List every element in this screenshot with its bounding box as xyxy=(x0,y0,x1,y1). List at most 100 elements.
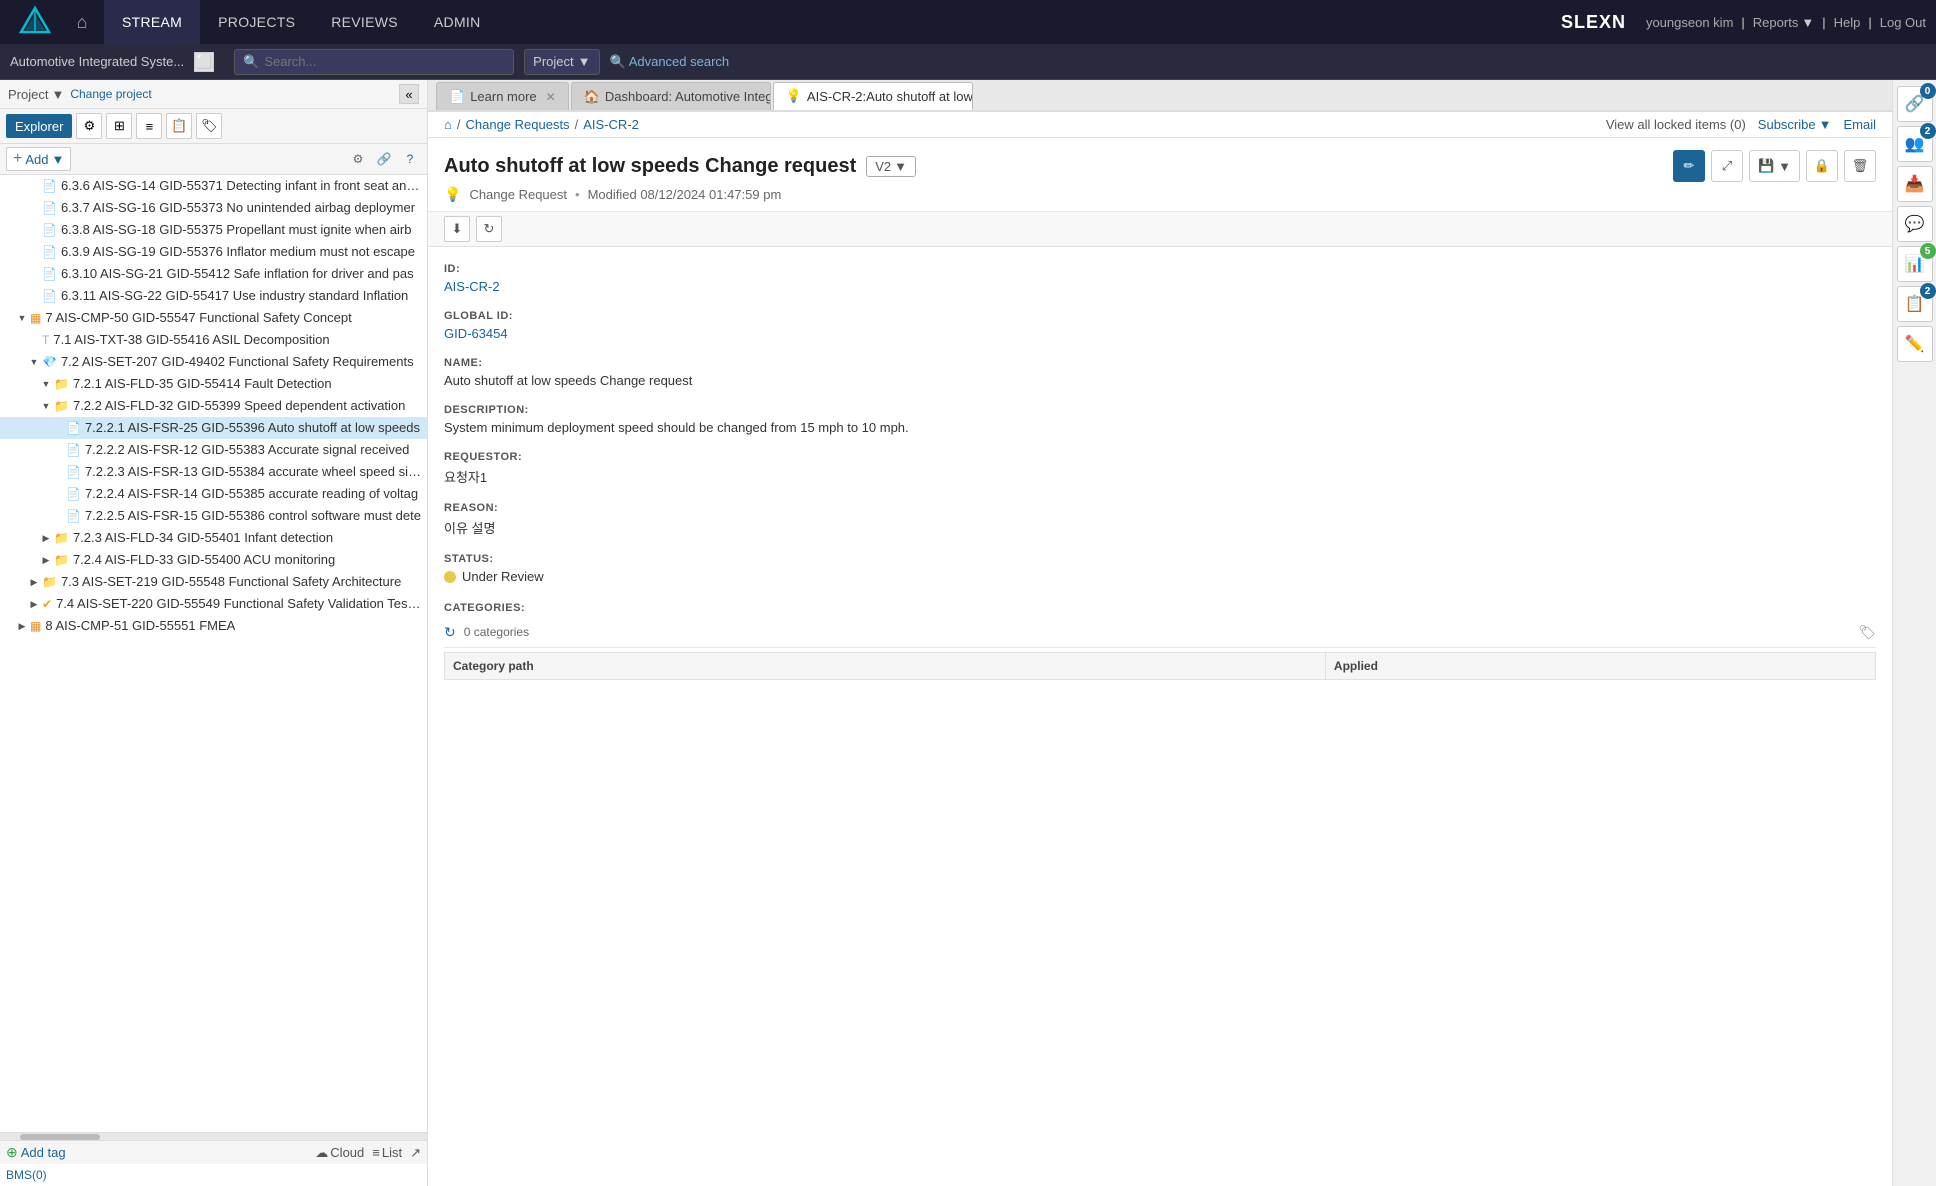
tree-item-cmp51[interactable]: ▶ ▦ 8 AIS-CMP-51 GID-55551 FMEA xyxy=(0,615,427,637)
nav-admin[interactable]: ADMIN xyxy=(416,0,499,44)
change-project-link[interactable]: Change project xyxy=(70,87,151,101)
id-value[interactable]: AIS-CR-2 xyxy=(444,279,500,294)
breadcrumb-home-icon[interactable]: ⌂ xyxy=(444,117,452,132)
tree-item-sg16[interactable]: 📄 6.3.7 AIS-SG-16 GID-55373 No unintende… xyxy=(0,197,427,219)
grid-icon-btn[interactable]: ⊞ xyxy=(106,113,132,139)
tree-item-fld33[interactable]: ▶ 📁 7.2.4 AIS-FLD-33 GID-55400 ACU monit… xyxy=(0,549,427,571)
tree-item-set220[interactable]: ▶ ✔ 7.4 AIS-SET-220 GID-55549 Functional… xyxy=(0,593,427,615)
collapse-sidebar-button[interactable]: « xyxy=(399,84,419,104)
name-value: Auto shutoff at low speeds Change reques… xyxy=(444,373,1876,388)
categories-refresh-icon[interactable]: ↻ xyxy=(444,624,456,641)
edit-button[interactable]: ✏ xyxy=(1673,150,1705,182)
explorer-label: Explorer xyxy=(15,119,63,134)
search-input[interactable] xyxy=(264,54,464,69)
project-dropdown[interactable]: Project ▼ xyxy=(524,49,599,75)
delete-button[interactable]: 🗑 xyxy=(1844,150,1876,182)
version-badge[interactable]: V2 ▼ xyxy=(866,156,916,177)
global-id-value[interactable]: GID-63454 xyxy=(444,326,508,341)
subscribe-button[interactable]: Subscribe ▼ xyxy=(1758,117,1832,132)
users-badge: 2 xyxy=(1920,123,1936,139)
import-button[interactable]: 📥 xyxy=(1897,166,1933,202)
save-dropdown-button[interactable]: 💾 ▼ xyxy=(1749,150,1800,182)
advanced-search-link[interactable]: 🔍 Advanced search xyxy=(610,54,730,70)
comments-button[interactable]: 💬 xyxy=(1897,206,1933,242)
logout-link[interactable]: Log Out xyxy=(1880,15,1926,30)
bms-link[interactable]: BMS(0) xyxy=(0,1164,427,1186)
add-tag-button[interactable]: ⊕ Add tag xyxy=(6,1144,66,1161)
tab-cr2[interactable]: 💡 AIS-CR-2:Auto shutoff at low spe... ✕ xyxy=(773,82,973,110)
search-box[interactable]: 🔍 xyxy=(234,49,514,75)
tree-item-fld34[interactable]: ▶ 📁 7.2.3 AIS-FLD-34 GID-55401 Infant de… xyxy=(0,527,427,549)
sidebar-toolbar: Explorer ⚙ ⊞ ≡ 📋 🏷 xyxy=(0,109,427,144)
tree-item-set219[interactable]: ▶ 📁 7.3 AIS-SET-219 GID-55548 Functional… xyxy=(0,571,427,593)
nav-stream[interactable]: STREAM xyxy=(104,0,200,44)
filter-icon-btn[interactable]: ⚙ xyxy=(76,113,102,139)
export-button[interactable]: ↗ xyxy=(410,1145,421,1161)
tree-item-fsr12[interactable]: 📄 7.2.2.2 AIS-FSR-12 GID-55383 Accurate … xyxy=(0,439,427,461)
name-label: NAME: xyxy=(444,357,1876,369)
folder-icon: ▦ xyxy=(30,309,41,327)
tree-item-fld32[interactable]: ▼ 📁 7.2.2 AIS-FLD-32 GID-55399 Speed dep… xyxy=(0,395,427,417)
nav-projects[interactable]: PROJECTS xyxy=(200,0,313,44)
help-link[interactable]: Help xyxy=(1834,15,1861,30)
tree-item-fsr13[interactable]: 📄 7.2.2.3 AIS-FSR-13 GID-55384 accurate … xyxy=(0,461,427,483)
save-icon: 💾 xyxy=(1758,158,1774,174)
tab-close-learn[interactable]: ✕ xyxy=(546,90,556,104)
expand-icon xyxy=(28,246,40,258)
tree-item-fsr25[interactable]: 📄 7.2.2.1 AIS-FSR-25 GID-55396 Auto shut… xyxy=(0,417,427,439)
add-button[interactable]: + Add ▼ xyxy=(6,147,71,171)
reports-button[interactable]: Reports ▼ xyxy=(1753,15,1814,30)
tag-icon-categories[interactable]: 🏷 xyxy=(1858,624,1876,641)
move-button[interactable]: ⤢ xyxy=(1711,150,1743,182)
tree-item-fsr15[interactable]: 📄 7.2.2.5 AIS-FSR-15 GID-55386 control s… xyxy=(0,505,427,527)
email-button[interactable]: Email xyxy=(1843,117,1876,132)
tree-item-sg14[interactable]: 📄 6.3.6 AIS-SG-14 GID-55371 Detecting in… xyxy=(0,175,427,197)
clipboard-icon-btn[interactable]: 📋 xyxy=(166,113,192,139)
collapse-all-button[interactable]: ⬇ xyxy=(444,216,470,242)
tree-item-set207[interactable]: ▼ 💎 7.2 AIS-SET-207 GID-49402 Functional… xyxy=(0,351,427,373)
locked-items-link[interactable]: View all locked items (0) xyxy=(1606,117,1746,132)
lock-button[interactable]: 🔒 xyxy=(1806,150,1838,182)
tree-item-fsr14[interactable]: 📄 7.2.2.4 AIS-FSR-14 GID-55385 accurate … xyxy=(0,483,427,505)
tab-dashboard[interactable]: 🏠 Dashboard: Automotive Integrated... ✕ xyxy=(571,82,771,110)
settings-icon-btn[interactable]: ⚙ xyxy=(347,148,369,170)
link-icon-btn[interactable]: 🔗 xyxy=(373,148,395,170)
toggle-sidebar-button[interactable]: ⬜ xyxy=(194,52,214,72)
list-button[interactable]: ≡ List xyxy=(372,1145,402,1160)
list-icon-btn[interactable]: ≡ xyxy=(136,113,162,139)
app-logo[interactable] xyxy=(10,0,60,44)
tag-icon-btn[interactable]: 🏷 xyxy=(196,113,222,139)
edit-panel-button[interactable]: ✏️ xyxy=(1897,326,1933,362)
reason-label: REASON: xyxy=(444,502,1876,514)
tree-item-cmp50[interactable]: ▼ ▦ 7 AIS-CMP-50 GID-55547 Functional Sa… xyxy=(0,307,427,329)
explorer-button[interactable]: Explorer xyxy=(6,114,72,138)
users-button[interactable]: 👥 2 xyxy=(1897,126,1933,162)
analytics-button[interactable]: 📊 5 xyxy=(1897,246,1933,282)
list-panel-button[interactable]: 📋 2 xyxy=(1897,286,1933,322)
cloud-button[interactable]: ☁ Cloud xyxy=(315,1145,364,1161)
user-name[interactable]: youngseon kim xyxy=(1646,15,1733,30)
home-icon[interactable]: ⌂ xyxy=(60,0,104,44)
tab-learn-more[interactable]: 📄 Learn more ✕ xyxy=(436,82,569,110)
clipboard-icon: 📋 xyxy=(171,118,187,134)
description-label: DESCRIPTION: xyxy=(444,404,1876,416)
nav-reviews[interactable]: REVIEWS xyxy=(313,0,416,44)
relations-button[interactable]: 🔗 0 xyxy=(1897,86,1933,122)
breadcrumb-change-requests[interactable]: Change Requests xyxy=(465,117,569,132)
expand-icon: ▼ xyxy=(40,400,52,412)
project-label: Project xyxy=(533,54,573,69)
tree-item-sg21[interactable]: 📄 6.3.10 AIS-SG-21 GID-55412 Safe inflat… xyxy=(0,263,427,285)
tree-item-txt38[interactable]: T 7.1 AIS-TXT-38 GID-55416 ASIL Decompos… xyxy=(0,329,427,351)
tree-item-sg18[interactable]: 📄 6.3.8 AIS-SG-18 GID-55375 Propellant m… xyxy=(0,219,427,241)
horizontal-scrollbar[interactable] xyxy=(0,1132,427,1140)
tree-item-fld35[interactable]: ▼ 📁 7.2.1 AIS-FLD-35 GID-55414 Fault Det… xyxy=(0,373,427,395)
doc-icon: 📄 xyxy=(42,199,57,217)
refresh-button[interactable]: ↻ xyxy=(476,216,502,242)
help-icon-btn[interactable]: ? xyxy=(399,148,421,170)
tree-item-sg22[interactable]: 📄 6.3.11 AIS-SG-22 GID-55417 Use industr… xyxy=(0,285,427,307)
expand-icon xyxy=(52,444,64,456)
tree-item-sg19[interactable]: 📄 6.3.9 AIS-SG-19 GID-55376 Inflator med… xyxy=(0,241,427,263)
breadcrumb-item-id[interactable]: AIS-CR-2 xyxy=(583,117,639,132)
project-breadcrumb[interactable]: Project ▼ xyxy=(8,87,64,102)
applied-header: Applied xyxy=(1325,652,1875,679)
